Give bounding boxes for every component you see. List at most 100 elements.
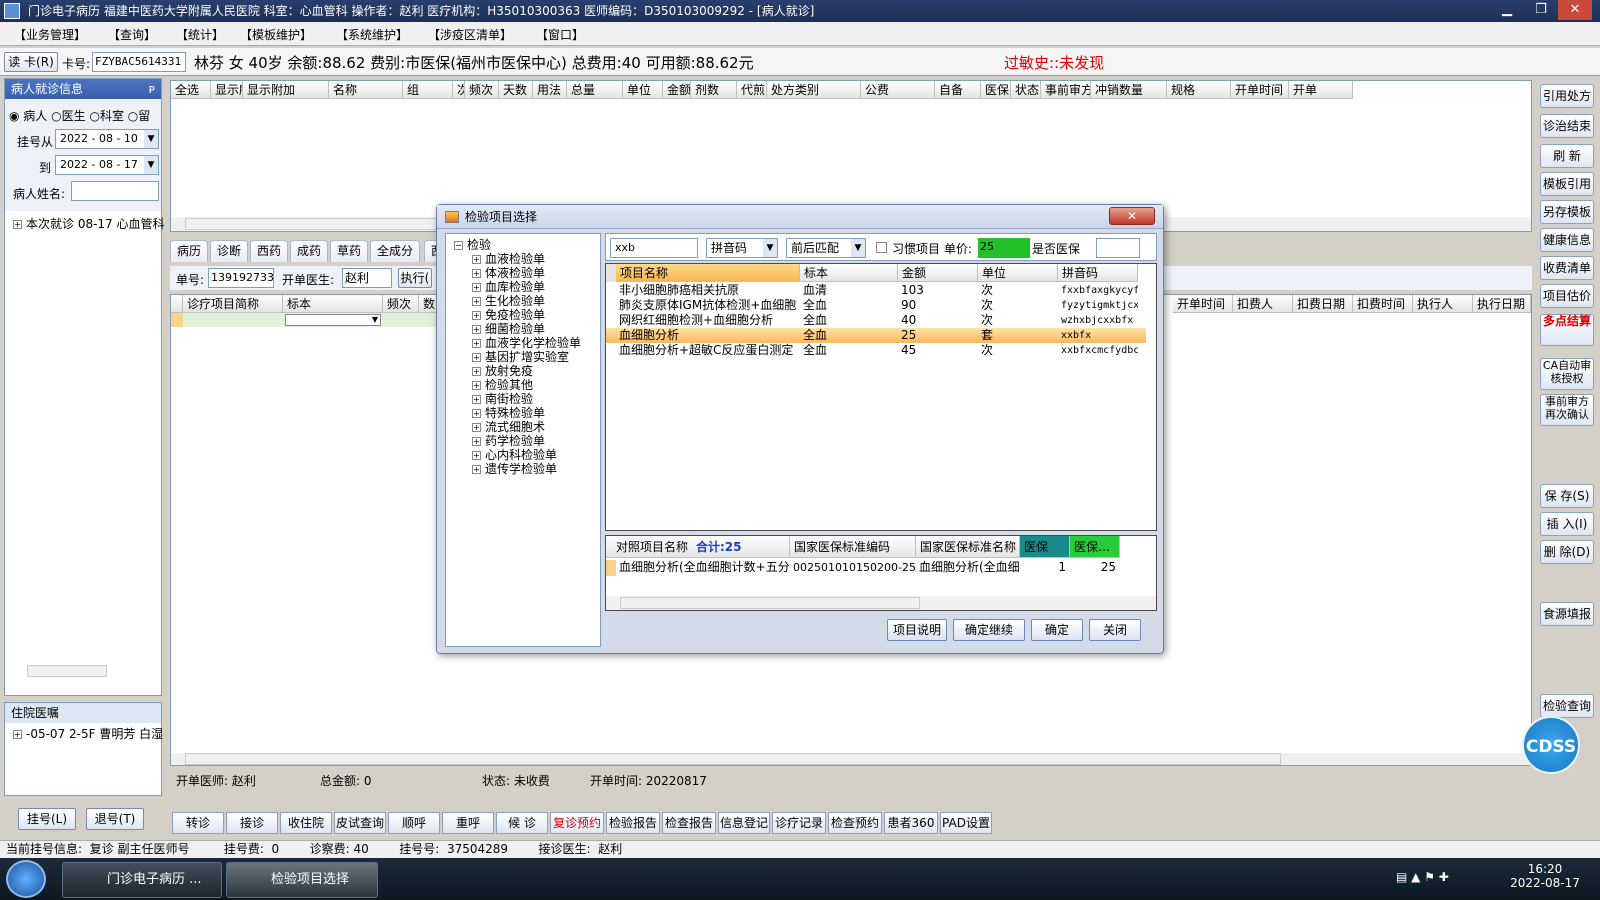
menu-system[interactable]: 【系统维护】 xyxy=(336,26,408,43)
horizontal-scrollbar[interactable] xyxy=(606,596,1156,610)
tab-record[interactable]: 病历 xyxy=(170,240,209,262)
bottom-btn-9[interactable]: 检查报告 xyxy=(662,812,716,834)
tree-node-0[interactable]: + 血液检验单 xyxy=(472,252,581,266)
tray-icons[interactable]: ▤ ▲ ⚑ ✚ xyxy=(1396,870,1449,884)
radio-dept[interactable]: ○科室 xyxy=(89,109,124,123)
bottom-btn-2[interactable]: 收住院 xyxy=(280,812,332,834)
item-row[interactable]: 血细胞分析+超敏C反应蛋白测定 全血 45 次 xxbfxcmcfydbc xyxy=(606,343,1146,358)
tree-node-7[interactable]: + 基因扩增实验室 xyxy=(472,350,581,364)
right-btn-12[interactable]: 插 入(I) xyxy=(1540,512,1594,536)
tree-node-8[interactable]: + 放射免疫 xyxy=(472,364,581,378)
tree-node-13[interactable]: + 药学检验单 xyxy=(472,434,581,448)
tree-node-15[interactable]: + 遗传学检验单 xyxy=(472,462,581,476)
reg-to-date[interactable]: 2022 - 08 - 17 ▼ xyxy=(55,155,159,175)
bottom-btn-11[interactable]: 诊疗记录 xyxy=(772,812,826,834)
rx-header-2[interactable]: 显示附加 xyxy=(243,81,329,99)
mapping-row[interactable]: 血细胞分析(全血细胞计数+五分 002501010150200-25010 血细… xyxy=(606,560,1156,576)
tab-diagnosis[interactable]: 诊断 xyxy=(210,240,249,262)
chevron-down-icon[interactable]: ▼ xyxy=(144,156,158,174)
inpatient-item[interactable]: + -05-07 2-5F 曹明芳 白湿 xyxy=(13,727,163,741)
tree-node-9[interactable]: + 检验其他 xyxy=(472,378,581,392)
confirm-continue-button[interactable]: 确定继续 xyxy=(953,619,1025,641)
tree-node-14[interactable]: + 心内科检验单 xyxy=(472,448,581,462)
rx-header-1[interactable]: 显示所有 xyxy=(211,81,243,99)
right-btn-10[interactable]: 事前审方再次确认 xyxy=(1540,394,1594,426)
right-btn-5[interactable]: 健康信息 xyxy=(1540,228,1594,252)
tree-node-6[interactable]: + 血液学化学检验单 xyxy=(472,336,581,350)
tab-herbal[interactable]: 草药 xyxy=(330,240,369,262)
tab-patent[interactable]: 成药 xyxy=(290,240,329,262)
card-number-field[interactable]: FZYBAC5614331 xyxy=(92,52,186,72)
right-btn-13[interactable]: 删 除(D) xyxy=(1540,540,1594,564)
bottom-btn-3[interactable]: 皮试查询 xyxy=(334,812,386,834)
bottom-btn-5[interactable]: 重呼 xyxy=(442,812,494,834)
horizontal-scrollbar[interactable] xyxy=(7,663,159,679)
menu-stats[interactable]: 【统计】 xyxy=(176,26,224,43)
order-no-field[interactable]: 139192733 xyxy=(208,268,274,288)
cdss-button[interactable]: CDSS xyxy=(1522,716,1580,774)
reg-from-date[interactable]: 2022 - 08 - 10 ▼ xyxy=(55,129,159,149)
tab-ingredient[interactable]: 全成分 xyxy=(370,240,421,262)
clock[interactable]: 16:20 2022-08-17 xyxy=(1510,862,1580,890)
start-button[interactable] xyxy=(6,860,46,898)
right-btn-8[interactable]: 多点结算 xyxy=(1540,314,1594,346)
tab-western[interactable]: 西药 xyxy=(250,240,289,262)
bottom-btn-0[interactable]: 转诊 xyxy=(172,812,224,834)
restore-icon[interactable]: ❐ xyxy=(1524,0,1558,20)
horizontal-scrollbar[interactable] xyxy=(171,753,1531,765)
menu-epidemic[interactable]: 【涉疫区清单】 xyxy=(428,26,512,43)
specimen-dropdown[interactable]: ▼ xyxy=(285,314,381,326)
right-btn-11[interactable]: 保 存(S) xyxy=(1540,484,1594,508)
unregister-button[interactable]: 退号(T) xyxy=(86,808,144,830)
item-info-button[interactable]: 项目说明 xyxy=(887,619,947,641)
radio-doctor[interactable]: ○医生 xyxy=(51,109,86,123)
search-input[interactable]: xxb xyxy=(610,238,698,258)
read-card-button[interactable]: 读 卡(R) xyxy=(4,52,58,72)
match-type-select[interactable]: 前后匹配 ▼ xyxy=(786,238,866,258)
tree-node-4[interactable]: + 免疫检验单 xyxy=(472,308,581,322)
tree-node-10[interactable]: + 南街检验 xyxy=(472,392,581,406)
visit-tree-item[interactable]: + 本次就诊 08-17 心血管科 xyxy=(13,217,165,231)
bottom-btn-7[interactable]: 复诊预约 xyxy=(550,812,604,834)
right-btn-6[interactable]: 收费清单 xyxy=(1540,256,1594,280)
right-btn-9[interactable]: CA自动审核授权 xyxy=(1540,358,1594,390)
tree-node-12[interactable]: + 流式细胞术 xyxy=(472,420,581,434)
close-icon[interactable]: ✕ xyxy=(1558,0,1592,20)
insurance-field[interactable] xyxy=(1096,238,1140,258)
bottom-btn-10[interactable]: 信息登记 xyxy=(718,812,770,834)
task-emr[interactable]: 门诊电子病历 ... xyxy=(62,862,222,898)
patient-name-input[interactable] xyxy=(71,181,159,201)
item-row[interactable]: 肺炎支原体IGM抗体检测+血细胞 全血 90 次 fyzytigmktjcx xyxy=(606,298,1146,313)
search-type-select[interactable]: 拼音码 ▼ xyxy=(706,238,778,258)
item-row[interactable]: 非小细胞肺癌相关抗原 血清 103 次 fxxbfaxgkycyf xyxy=(606,283,1146,298)
item-row[interactable]: 血细胞分析 全血 25 套 xxbfx xyxy=(606,328,1146,343)
tree-node-2[interactable]: + 血库检验单 xyxy=(472,280,581,294)
right-btn-3[interactable]: 模板引用 xyxy=(1540,172,1594,196)
menu-template[interactable]: 【模板维护】 xyxy=(240,26,312,43)
price-field[interactable]: 25 xyxy=(978,238,1030,258)
rx-header-0[interactable]: 全选 xyxy=(171,81,211,99)
right-btn-0[interactable]: 引用处方 xyxy=(1540,84,1594,108)
right-btn-4[interactable]: 另存模板 xyxy=(1540,200,1594,224)
right-btn-14[interactable]: 食源填报 xyxy=(1540,602,1594,626)
bottom-btn-1[interactable]: 接诊 xyxy=(226,812,278,834)
bottom-btn-13[interactable]: 患者360 xyxy=(884,812,938,834)
menu-business[interactable]: 【业务管理】 xyxy=(14,26,86,43)
habit-checkbox[interactable] xyxy=(876,242,887,253)
radio-patient[interactable]: ◉ 病人 xyxy=(9,109,47,123)
tree-node-5[interactable]: + 细菌检验单 xyxy=(472,322,581,336)
tree-node-3[interactable]: + 生化检验单 xyxy=(472,294,581,308)
tree-root[interactable]: − 检验 xyxy=(454,238,491,252)
radio-stay[interactable]: ○留 xyxy=(128,109,151,123)
tree-node-11[interactable]: + 特殊检验单 xyxy=(472,406,581,420)
bottom-btn-8[interactable]: 检验报告 xyxy=(606,812,660,834)
menu-query[interactable]: 【查询】 xyxy=(108,26,156,43)
filter-radio-group[interactable]: ◉ 病人 ○医生 ○科室 ○留 xyxy=(9,107,150,124)
register-button[interactable]: 挂号(L) xyxy=(18,808,76,830)
menu-window[interactable]: 【窗口】 xyxy=(536,26,584,43)
right-btn-15[interactable]: 检验查询 xyxy=(1540,694,1594,718)
bottom-btn-6[interactable]: 候 诊 xyxy=(496,812,548,834)
bottom-btn-14[interactable]: PAD设置 xyxy=(940,812,992,834)
task-dialog[interactable]: 检验项目选择 xyxy=(226,862,378,898)
close-button[interactable]: 关闭 xyxy=(1089,619,1141,641)
